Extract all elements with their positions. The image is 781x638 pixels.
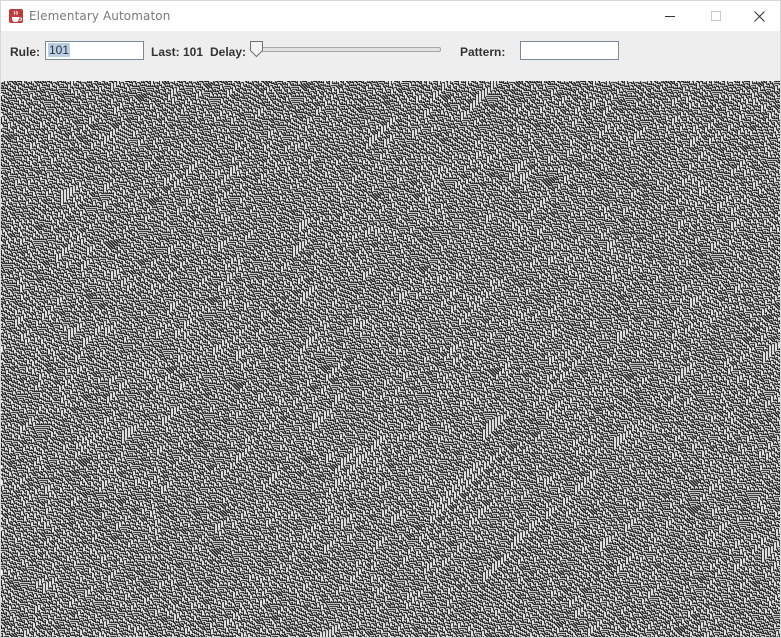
maximize-icon xyxy=(711,11,721,21)
close-icon xyxy=(753,10,765,22)
delay-label: Delay: xyxy=(210,45,247,59)
pattern-label: Pattern: xyxy=(460,45,506,59)
delay-slider[interactable] xyxy=(249,40,445,60)
title-bar[interactable]: Elementary Automaton xyxy=(1,1,780,31)
rule-input-value: 101 xyxy=(48,43,71,57)
delay-slider-track[interactable] xyxy=(255,47,441,52)
last-rule-label: Last: 101 xyxy=(151,45,204,59)
automaton-grid xyxy=(1,81,780,637)
control-toolbar: Rule: 101 Last: 101 Delay: Pattern: xyxy=(1,31,780,81)
minimize-icon xyxy=(665,16,675,17)
close-button[interactable] xyxy=(736,1,780,31)
rule-label: Rule: xyxy=(10,45,40,59)
java-cup-icon xyxy=(8,8,24,24)
minimize-button[interactable] xyxy=(647,1,693,31)
window-title: Elementary Automaton xyxy=(29,9,171,23)
pattern-input[interactable] xyxy=(520,41,619,60)
delay-slider-thumb[interactable] xyxy=(249,40,264,58)
maximize-button[interactable] xyxy=(693,1,739,31)
rule-input[interactable]: 101 xyxy=(45,41,144,60)
automaton-canvas[interactable] xyxy=(1,81,780,637)
app-window: Elementary Automaton Rule: 101 Last: 101… xyxy=(0,0,781,638)
